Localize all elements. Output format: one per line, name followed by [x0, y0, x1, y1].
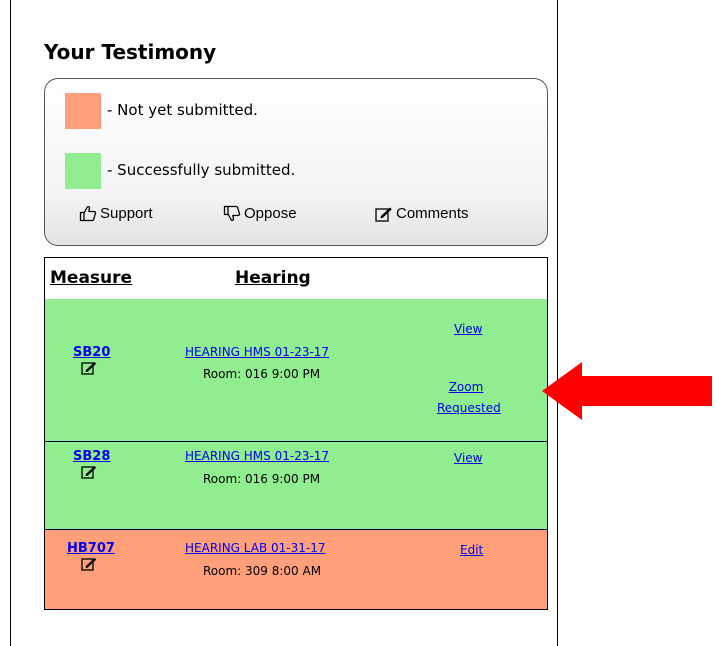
edit-icon [375, 206, 393, 222]
oppose-legend-item: Oppose [223, 205, 297, 222]
hearing-link[interactable]: HEARING HMS 01-23-17 [185, 345, 329, 359]
measure-link-sb20[interactable]: SB20 [73, 345, 110, 360]
comments-legend-item: Comments [375, 205, 469, 222]
view-link[interactable]: View [454, 448, 482, 469]
thumbs-down-icon [223, 205, 241, 222]
hearing-column-header: Hearing [235, 268, 311, 288]
support-label: Support [100, 205, 153, 222]
edit-link[interactable]: Edit [460, 540, 483, 561]
testimony-panel: Your Testimony - Not yet submitted. - Su… [10, 0, 558, 646]
hearing-link[interactable]: HEARING LAB 01-31-17 [185, 541, 325, 555]
table-row: HB707 HEARING LAB 01-31-17 Room: 309 8:0… [45, 530, 547, 609]
table-row: SB28 HEARING HMS 01-23-17 Room: 016 9:00… [45, 442, 547, 530]
room-time: Room: 309 8:00 AM [203, 564, 322, 578]
room-time: Room: 016 9:00 PM [203, 367, 321, 381]
not-submitted-label: - Not yet submitted. [107, 101, 258, 119]
status-legend: - Not yet submitted. - Successfully subm… [44, 78, 548, 246]
table-row: SB20 HEARING HMS 01-23-17 Room: 016 9:00… [45, 299, 547, 442]
requested-link-text[interactable]: Requested [437, 401, 501, 415]
page-title: Your Testimony [44, 40, 217, 64]
testimony-table: Measure Hearing SB20 HEARING HMS 01-23-1… [44, 257, 548, 610]
zoom-requested-link[interactable]: Zoom Requested [437, 377, 501, 419]
submitted-swatch [65, 153, 101, 189]
measure-link-sb28[interactable]: SB28 [73, 449, 110, 464]
comments-label: Comments [396, 205, 469, 222]
left-arrow-icon [542, 362, 712, 424]
hearing-link[interactable]: HEARING HMS 01-23-17 [185, 449, 329, 463]
zoom-link-text[interactable]: Zoom [449, 380, 484, 394]
table-header: Measure Hearing [45, 258, 547, 300]
measure-column-header: Measure [50, 268, 133, 288]
thumbs-up-icon [79, 205, 97, 222]
oppose-label: Oppose [244, 205, 297, 222]
not-submitted-swatch [65, 93, 101, 129]
edit-icon[interactable] [81, 557, 97, 576]
room-time: Room: 016 9:00 PM [203, 472, 321, 486]
view-link[interactable]: View [454, 319, 482, 340]
measure-link-hb707[interactable]: HB707 [67, 541, 115, 556]
support-legend-item: Support [79, 205, 153, 222]
edit-icon[interactable] [81, 361, 97, 380]
submitted-label: - Successfully submitted. [107, 161, 296, 179]
edit-icon[interactable] [81, 465, 97, 484]
